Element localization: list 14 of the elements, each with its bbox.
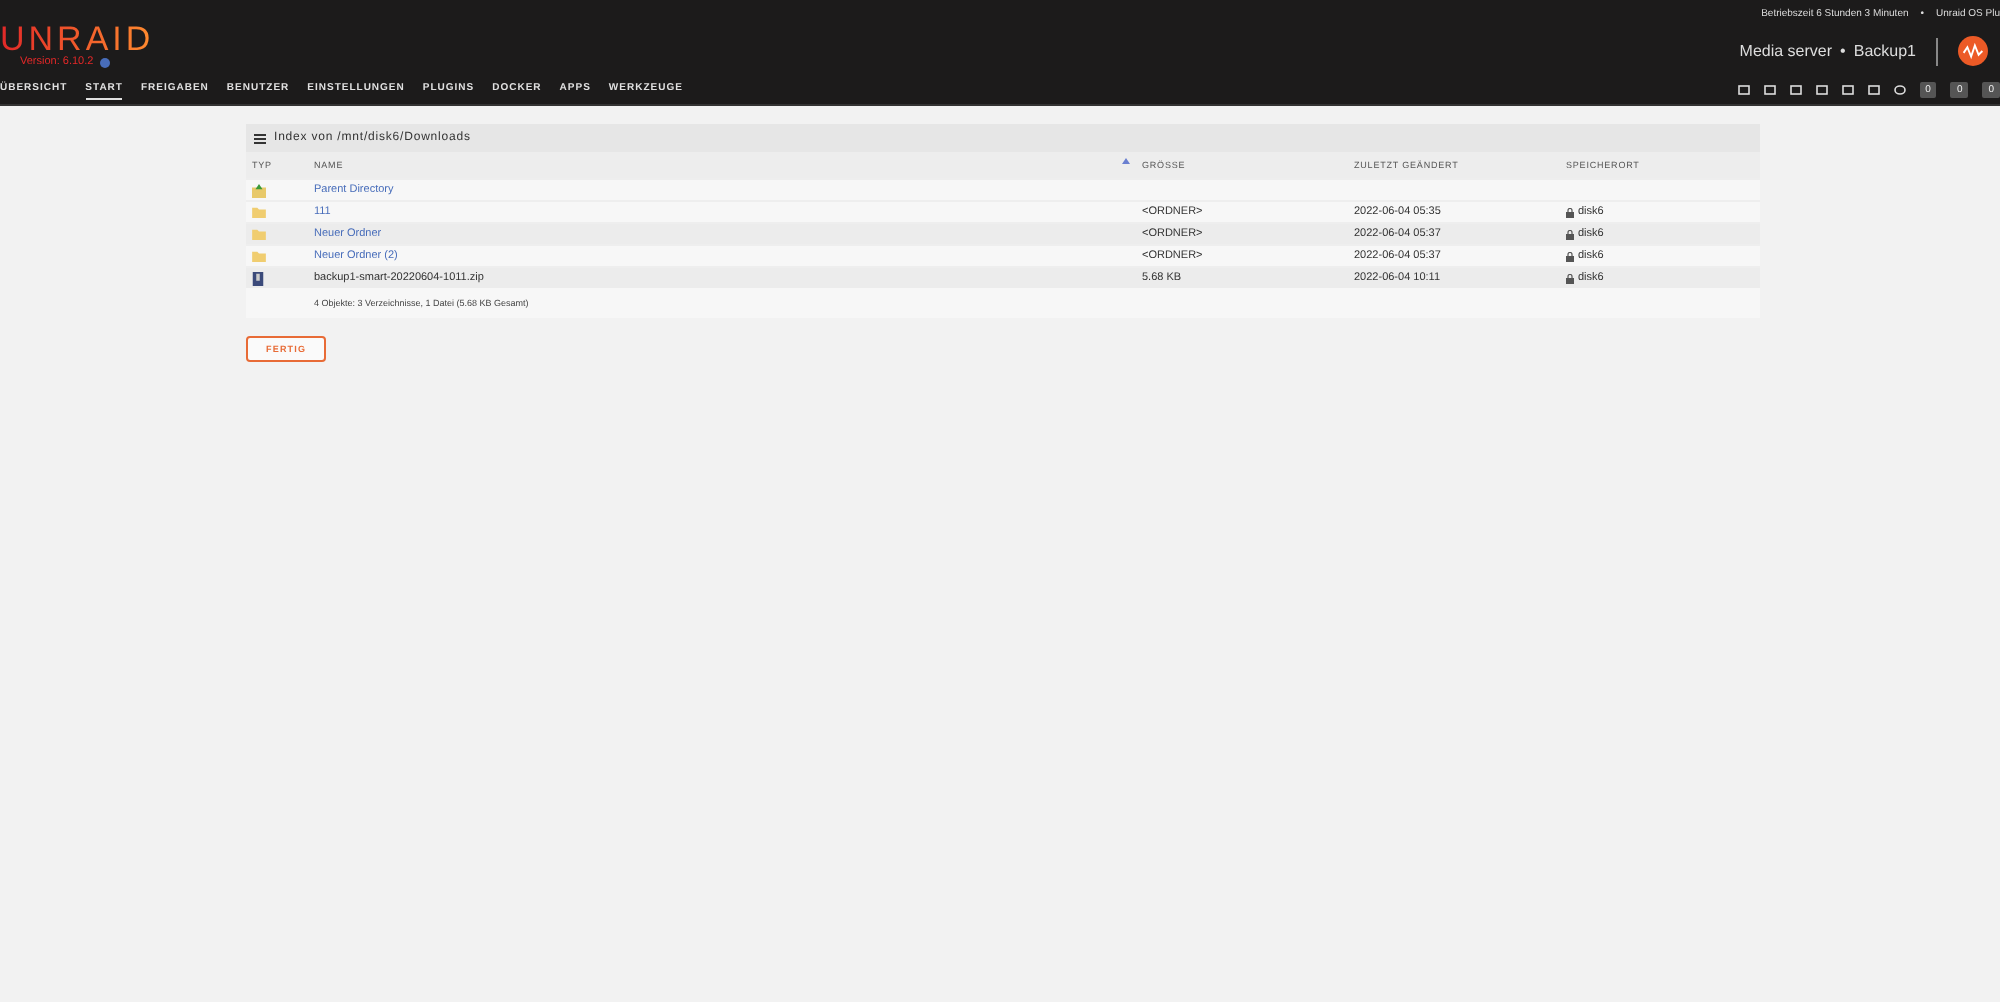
info-icon[interactable] [99, 57, 110, 67]
server-description: Media server [1739, 42, 1833, 60]
server-name: Backup1 [1853, 42, 1916, 60]
list-icon [254, 133, 266, 143]
separator-dot: • [1840, 42, 1846, 60]
archive-icon [252, 271, 264, 285]
wave-logo-icon[interactable] [1958, 36, 1988, 66]
folder-up-icon [252, 183, 266, 197]
sort-icon[interactable] [1122, 158, 1130, 164]
unraid-logo[interactable]: UNRAID [0, 22, 155, 56]
lock-icon [1566, 273, 1574, 283]
lock-icon [1566, 207, 1574, 217]
lock-icon [1566, 251, 1574, 261]
lock-icon [1566, 229, 1574, 239]
